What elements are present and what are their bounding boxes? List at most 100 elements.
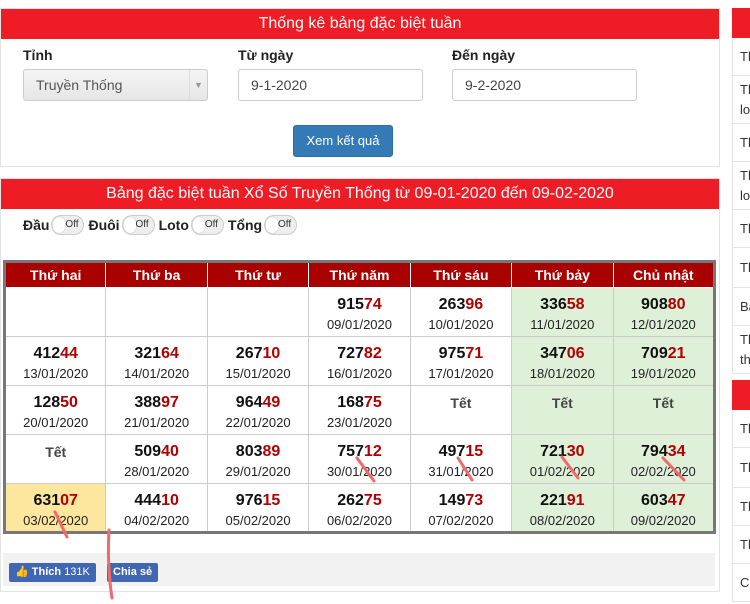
number-prefix: 794 [641,443,668,460]
draw-date: 10/01/2020 [428,317,494,332]
special-prize-number: 41244 [6,344,105,364]
results-panel-title: Bảng đặc biệt tuần Xổ Số Truyền Thống từ… [1,179,719,209]
number-last-two-digits: 74 [363,296,382,313]
result-cell-saturday: Tết [511,385,614,435]
sidebar-item[interactable]: Th [732,124,750,162]
special-prize-number: 14973 [411,491,511,511]
draw-date: 08/02/2020 [529,513,595,528]
draw-date: 04/02/2020 [124,513,190,528]
result-cell-tuesday [105,287,208,337]
draw-date: 23/01/2020 [326,415,393,430]
sidebar-item[interactable]: Th [732,448,750,488]
result-cell-wednesday: 96449 22/01/2020 [206,385,310,435]
special-prize-number: 38897 [106,393,206,413]
draw-date: 03/02/2020 [23,513,89,528]
special-prize-number: 26396 [411,295,511,315]
number-last-two-digits: 06 [566,345,585,362]
toggle-label-duoi: Đuôi [88,217,120,233]
table-row: Tết 50940 28/01/2020 80389 29/01/2020 75712 30… [3,434,716,484]
sidebar-item[interactable]: Th [732,210,750,248]
draw-date: 12/01/2020 [630,317,696,332]
special-prize-number: 49715 [411,442,511,462]
number-prefix: 721 [540,443,567,460]
toggle-loto[interactable]: Off [190,215,224,235]
view-results-button[interactable]: Xem kết quả [293,125,393,157]
to-date-input[interactable]: 9-2-2020 [452,69,637,101]
draw-date: 02/02/2020 [630,464,696,479]
draw-date: 31/01/2020 [428,464,494,479]
special-prize-number: 90880 [614,295,713,315]
result-cell-saturday: 34706 18/01/2020 [511,336,614,386]
province-select-value: Truyền Thống [36,77,123,93]
number-last-two-digits: 71 [465,345,484,362]
special-prize-number: 97615 [208,491,308,511]
number-prefix: 964 [235,394,263,411]
from-date-input[interactable]: 9-1-2020 [238,69,423,101]
number-prefix: 509 [134,443,162,460]
result-cell-saturday: 22191 08/02/2020 [511,483,614,533]
number-prefix: 497 [438,443,466,460]
number-last-two-digits: 47 [667,492,686,509]
sidebar-item[interactable]: Th th [732,326,750,374]
draw-date: 21/01/2020 [124,415,190,430]
province-select[interactable]: Truyền Thống ▼ [23,69,208,101]
holiday-label: Tết [652,395,674,411]
number-last-two-digits: 58 [566,296,585,313]
special-prize-number: 22191 [512,491,612,511]
result-cell-friday: Tết [409,385,513,435]
chevron-down-icon: ▼ [189,70,207,100]
draw-date: 15/01/2020 [225,366,291,381]
number-prefix: 388 [134,394,162,411]
number-prefix: 168 [337,394,364,411]
sidebar-item[interactable]: Th lo [732,76,750,124]
like-button[interactable]: 👍 Thích 131K [9,563,96,582]
number-last-two-digits: 91 [566,492,585,509]
special-prize-number: 72782 [309,344,409,364]
sidebar-item[interactable]: Th lo [732,162,750,210]
number-last-two-digits: 44 [60,345,78,362]
sidebar-item[interactable]: Th [732,488,750,526]
toggle-duoi[interactable]: Off [121,215,155,235]
number-prefix: 347 [540,345,567,362]
draw-date: 29/01/2020 [225,464,291,479]
draw-date: 09/02/2020 [630,513,696,528]
number-prefix: 321 [134,345,162,362]
toggle-tong[interactable]: Off [264,215,298,235]
col-header-tuesday: Thứ ba [105,261,208,288]
share-button[interactable]: Chia sẻ [107,563,159,582]
draw-date: 14/01/2020 [124,366,190,381]
result-cell-monday: Tết [3,434,107,484]
number-prefix: 709 [641,345,668,362]
number-last-two-digits: 34 [667,443,686,460]
number-last-two-digits: 73 [465,492,484,509]
number-prefix: 262 [337,492,364,509]
special-prize-number: 60347 [614,491,713,511]
holiday-label: Tết [450,395,472,411]
number-prefix: 727 [337,345,364,362]
number-prefix: 336 [540,296,567,313]
number-last-two-digits: 49 [262,394,281,411]
col-header-friday: Thứ sáu [409,261,513,288]
special-prize-number: 16875 [309,393,409,413]
toggle-dau[interactable]: Off [51,215,85,235]
number-last-two-digits: 50 [60,394,78,411]
col-header-sunday: Chủ nhật [612,261,716,288]
result-cell-monday [3,287,107,337]
special-prize-number: 33658 [512,295,612,315]
special-prize-number: 50940 [106,442,206,462]
sidebar-item[interactable]: Cá [732,564,750,602]
sidebar-item[interactable]: Th [732,38,750,76]
draw-date: 17/01/2020 [428,366,494,381]
result-cell-friday: 26396 10/01/2020 [409,287,513,337]
sidebar-item[interactable]: Th [732,410,750,448]
special-prize-number: 12850 [6,393,105,413]
result-cell-tuesday: 32164 14/01/2020 [105,336,208,386]
search-panel-title: Thống kê bảng đặc biệt tuần [1,9,719,39]
sidebar-item[interactable]: Ba [732,288,750,326]
sidebar-item[interactable]: Th [732,526,750,564]
result-cell-friday: 14973 07/02/2020 [409,483,513,533]
result-cell-sunday: 70921 19/01/2020 [612,336,716,386]
number-last-two-digits: 07 [60,492,78,509]
sidebar-item[interactable]: Th [732,248,750,288]
result-cell-thursday: 91574 09/01/2020 [308,287,411,337]
